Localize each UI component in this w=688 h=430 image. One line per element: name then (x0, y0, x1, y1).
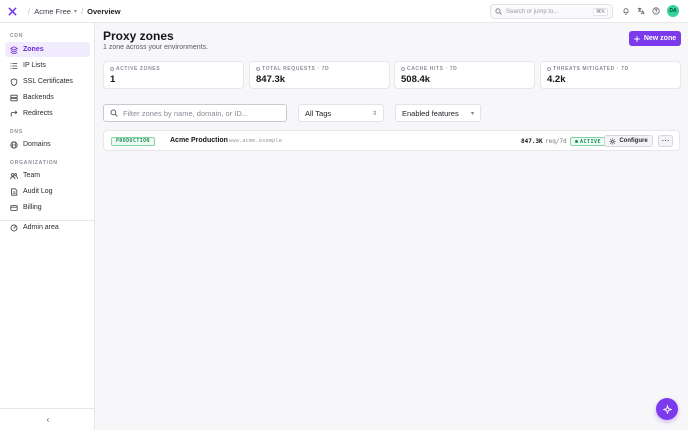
sidebar-item-label: SSL Certificates (23, 78, 73, 85)
avatar[interactable]: DA (667, 5, 679, 17)
sidebar-item-zones[interactable]: Zones (5, 42, 90, 57)
section-label-dns: DNS (10, 129, 23, 135)
stat-icon (401, 67, 405, 71)
chevron-left-icon[interactable]: ‹ (43, 414, 53, 424)
sidebar-item-billing[interactable]: Billing (5, 200, 90, 215)
filter-placeholder: Filter zones by name, domain, or ID... (123, 108, 249, 118)
stat-card-active-zones: ACTIVE ZONES 1 (103, 61, 244, 89)
tags-select-value: All Tags (305, 108, 332, 118)
sidebar-item-ssl-certificates[interactable]: SSL Certificates (5, 74, 90, 89)
status-label: ACTIVE (580, 138, 602, 145)
stat-value: 847.3k (256, 74, 286, 85)
global-search[interactable]: Search or jump to... ⌘K (490, 4, 613, 19)
chevron-up-down-icon: ⇕ (371, 110, 377, 117)
configure-label: Configure (619, 138, 648, 144)
server-icon (10, 94, 18, 101)
chevron-down-icon: ▾ (73, 8, 77, 15)
plus-icon (633, 35, 640, 42)
stat-value: 4.2k (547, 74, 566, 85)
top-bar: / Acme Free ▾ / Overview Search or jump … (0, 0, 688, 23)
sidebar-item-redirects[interactable]: Redirects (5, 106, 90, 121)
org-name: Acme Free (34, 6, 71, 16)
sidebar-item-label: Team (23, 172, 41, 179)
gear-icon (609, 138, 616, 144)
sparkle-icon (662, 404, 672, 414)
breadcrumb-separator: / (80, 6, 84, 16)
translate-icon[interactable] (635, 4, 646, 18)
search-shortcut: ⌘K (592, 7, 608, 16)
sidebar-item-ip-lists[interactable]: IP Lists (5, 58, 90, 73)
stat-icon (110, 67, 114, 71)
users-icon (10, 172, 18, 179)
configure-button[interactable]: Configure (604, 135, 653, 147)
breadcrumb-separator: / (28, 6, 31, 16)
features-select[interactable]: Enabled features ▾ (395, 104, 481, 122)
stat-label: ACTIVE ZONES (116, 66, 161, 72)
stat-card-cache-hits: CACHE HITS · 7D 508.4k (394, 61, 535, 89)
status-badge: ACTIVE (570, 137, 607, 146)
zones-icon (10, 45, 18, 54)
features-select-value: Enabled features (402, 108, 459, 118)
stat-value: 1 (110, 74, 116, 85)
environment-badge: PRODUCTION (111, 137, 155, 146)
search-placeholder: Search or jump to... (506, 8, 559, 15)
status-dot-icon (575, 140, 578, 143)
redirect-icon (10, 110, 18, 116)
stat-label: CACHE HITS · 7D (407, 66, 458, 72)
sidebar-item-backends[interactable]: Backends (5, 90, 90, 105)
section-label-cdn: CDN (10, 33, 24, 39)
zone-host: www.acme.example (229, 138, 282, 144)
chevron-down-icon: ▾ (470, 110, 474, 117)
page-title: Proxy zones (103, 29, 174, 43)
sidebar-item-label: Domains (23, 141, 51, 148)
help-icon[interactable] (650, 4, 661, 18)
sidebar-item-label: Billing (23, 204, 42, 211)
search-icon (495, 8, 502, 15)
stat-label: TOTAL REQUESTS · 7D (262, 66, 330, 72)
org-switcher[interactable]: Acme Free ▾ (34, 7, 77, 16)
stat-icon (547, 67, 551, 71)
stat-card-threats-mitigated: THREATS MITIGATED · 7D 4.2k (540, 61, 681, 89)
stat-card-total-requests: TOTAL REQUESTS · 7D 847.3k (249, 61, 390, 89)
zone-requests: 847.3K (521, 138, 543, 145)
sidebar-item-label: IP Lists (23, 62, 46, 69)
sidebar-divider (0, 408, 95, 409)
sidebar-item-label: Zones (23, 46, 44, 53)
search-icon (110, 109, 118, 117)
zone-requests-unit: req/7d (545, 138, 567, 145)
bell-icon[interactable] (620, 4, 631, 18)
page-subtitle: 1 zone across your environments. (103, 44, 209, 51)
brand-x-icon[interactable] (0, 0, 24, 23)
stat-label: THREATS MITIGATED · 7D (553, 66, 629, 72)
sidebar-item-label: Audit Log (23, 188, 53, 195)
sidebar-item-admin-area[interactable]: Admin area (5, 220, 90, 235)
sidebar-item-team[interactable]: Team (5, 168, 90, 183)
assistant-fab-button[interactable] (656, 398, 678, 420)
new-zone-button[interactable]: New zone (629, 31, 681, 46)
shield-icon (10, 77, 18, 86)
more-horizontal-icon: ⋯ (661, 136, 670, 145)
sidebar-item-label: Redirects (23, 110, 53, 117)
card-icon (10, 204, 18, 211)
document-icon (11, 187, 18, 196)
admin-icon (10, 224, 18, 231)
new-zone-label: New zone (643, 35, 677, 42)
table-row[interactable]: PRODUCTION Acme Production www.acme.exam… (103, 130, 680, 151)
stat-value: 508.4k (401, 74, 431, 85)
stat-icon (256, 67, 260, 71)
sidebar-item-label: Backends (23, 94, 54, 101)
section-label-organization: ORGANIZATION (10, 160, 58, 166)
sidebar-item-label: Admin area (23, 224, 59, 231)
list-icon (10, 62, 18, 69)
sidebar: CDN Zones IP Lists SSL Certificates Back… (0, 23, 95, 430)
tags-select[interactable]: All Tags ⇕ (298, 104, 384, 122)
more-options-button[interactable]: ⋯ (658, 135, 673, 147)
zone-name[interactable]: Acme Production (170, 137, 228, 144)
sidebar-item-audit-log[interactable]: Audit Log (5, 184, 90, 199)
globe-icon (10, 140, 18, 149)
breadcrumb-current: Overview (87, 6, 121, 16)
zone-filter-input[interactable]: Filter zones by name, domain, or ID... (103, 104, 287, 122)
sidebar-item-domains[interactable]: Domains (5, 137, 90, 152)
